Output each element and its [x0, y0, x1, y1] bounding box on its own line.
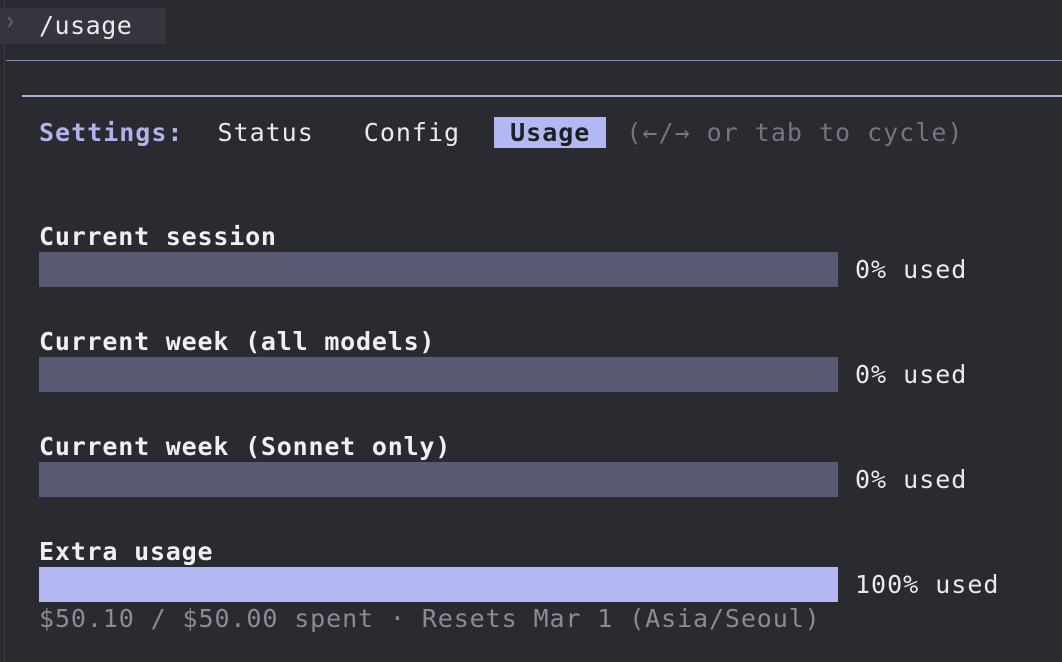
panel-border	[22, 95, 1062, 97]
tab-status[interactable]: Status	[217, 118, 313, 147]
usage-percent: 0% used	[855, 465, 968, 494]
prompt-chevron-icon: ❯	[6, 14, 15, 30]
usage-bar	[39, 252, 838, 287]
meter-current-week-sonnet-only: Current week (Sonnet only) 0% used	[39, 430, 967, 497]
meter-current-week-all-models: Current week (all models) 0% used	[39, 325, 967, 392]
settings-label: Settings:	[39, 117, 184, 147]
settings-tabs: Settings: Status Config Usage (←/→ or ta…	[39, 114, 963, 150]
gutter-divider	[4, 0, 5, 662]
usage-bar-fill	[39, 567, 838, 602]
usage-bar	[39, 357, 838, 392]
command-input[interactable]: /usage	[39, 11, 132, 40]
usage-percent: 0% used	[855, 255, 968, 284]
meter-label: Current week (all models)	[39, 327, 436, 356]
usage-percent: 100% used	[855, 570, 1000, 599]
meter-label: Extra usage	[39, 537, 214, 566]
terminal-screen: ❯ /usage Settings: Status Config Usage (…	[0, 0, 1062, 662]
usage-bar	[39, 462, 838, 497]
usage-percent: 0% used	[855, 360, 968, 389]
divider-top	[6, 60, 1062, 61]
meter-label: Current session	[39, 222, 277, 251]
meter-current-session: Current session 0% used	[39, 220, 967, 287]
meter-extra-usage: Extra usage 100% used $50.10 / $50.00 sp…	[39, 535, 999, 633]
extra-usage-spend-note: $50.10 / $50.00 spent · Resets Mar 1 (As…	[39, 604, 821, 633]
tab-cycle-hint: (←/→ or tab to cycle)	[626, 117, 964, 147]
meter-label: Current week (Sonnet only)	[39, 432, 452, 461]
usage-bar	[39, 567, 838, 602]
tab-usage[interactable]: Usage	[494, 116, 607, 148]
tab-config[interactable]: Config	[364, 118, 460, 147]
